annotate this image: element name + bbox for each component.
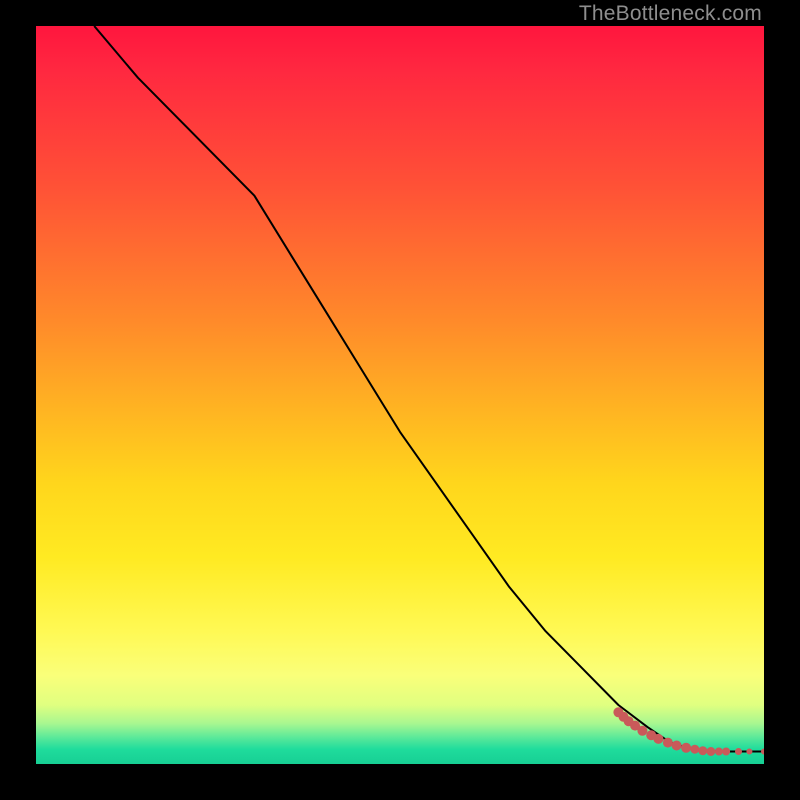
scatter-points bbox=[613, 707, 764, 756]
scatter-point bbox=[715, 748, 723, 756]
curve-path bbox=[94, 26, 764, 752]
watermark-text: TheBottleneck.com bbox=[579, 2, 762, 26]
scatter-point bbox=[722, 748, 730, 756]
plot-area bbox=[36, 26, 764, 764]
scatter-point bbox=[690, 745, 699, 754]
scatter-point bbox=[672, 741, 682, 751]
chart-svg bbox=[36, 26, 764, 764]
scatter-point bbox=[761, 749, 764, 755]
scatter-point bbox=[637, 726, 647, 736]
scatter-point bbox=[735, 748, 742, 755]
scatter-point bbox=[663, 738, 673, 748]
scatter-point bbox=[653, 734, 663, 744]
curve-line bbox=[94, 26, 764, 752]
scatter-point bbox=[698, 746, 707, 755]
scatter-point bbox=[746, 749, 752, 755]
scatter-point bbox=[706, 747, 715, 756]
chart-container: TheBottleneck.com bbox=[0, 0, 800, 800]
scatter-point bbox=[681, 743, 691, 753]
